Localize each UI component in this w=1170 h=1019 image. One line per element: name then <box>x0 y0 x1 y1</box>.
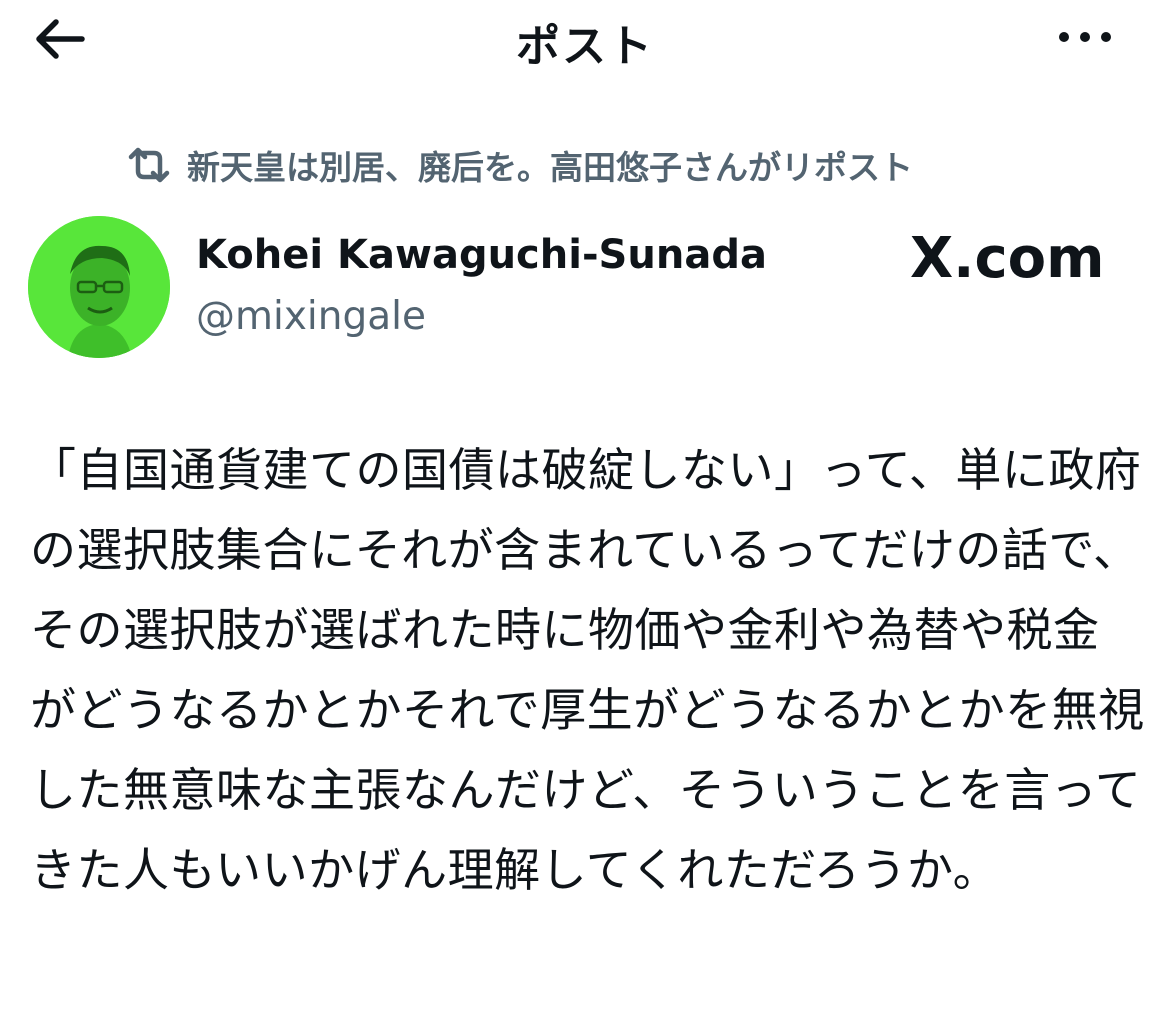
author-handle[interactable]: @mixingale <box>196 294 426 339</box>
repost-indicator[interactable]: 新天皇は別居、廃后を。高田悠子さんがリポスト <box>125 140 913 190</box>
author-name[interactable]: Kohei Kawaguchi-Sunada <box>196 232 767 278</box>
post-body-text: 「自国通貨建ての国債は破綻しない」って、単に政府の選択肢集合にそれが含まれている… <box>30 443 1145 897</box>
repost-label: 新天皇は別居、廃后を。高田悠子さんがリポスト <box>187 148 913 187</box>
page-title: ポスト <box>516 21 654 72</box>
avatar[interactable] <box>28 216 170 358</box>
top-bar: ポスト <box>0 0 1170 80</box>
avatar-image <box>28 216 170 358</box>
x-com-watermark: X.com <box>910 226 1105 291</box>
repost-icon <box>128 147 170 183</box>
more-horizontal-icon <box>1059 32 1111 42</box>
more-options-button[interactable] <box>1050 22 1120 52</box>
